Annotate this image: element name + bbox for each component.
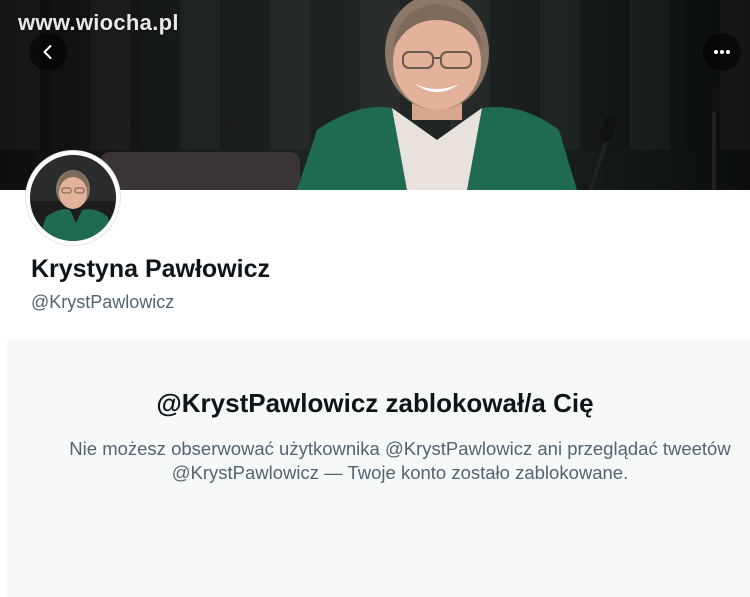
blocked-description: Nie możesz obserwować użytkownika @Kryst… <box>69 438 731 483</box>
chevron-left-icon <box>43 45 52 59</box>
back-button[interactable] <box>29 33 67 71</box>
more-horizontal-icon <box>714 50 730 54</box>
profile-avatar[interactable] <box>26 151 120 245</box>
blocked-title: @KrystPawlowicz zablokował/a Cię <box>156 388 594 418</box>
banner-chair <box>100 152 300 190</box>
banner-person-photo <box>297 0 577 190</box>
profile-display-name: Krystyna Pawłowicz <box>31 255 270 283</box>
more-options-button[interactable] <box>703 33 741 71</box>
watermark-text: www.wiocha.pl <box>18 10 179 35</box>
banner-microphone-right <box>712 110 716 190</box>
avatar-person-photo <box>30 155 116 241</box>
profile-username: @KrystPawlowicz <box>31 292 175 312</box>
banner-microphone-right-head <box>708 86 720 112</box>
blocked-notice: @KrystPawlowicz zablokował/a Cię Nie moż… <box>7 340 750 597</box>
